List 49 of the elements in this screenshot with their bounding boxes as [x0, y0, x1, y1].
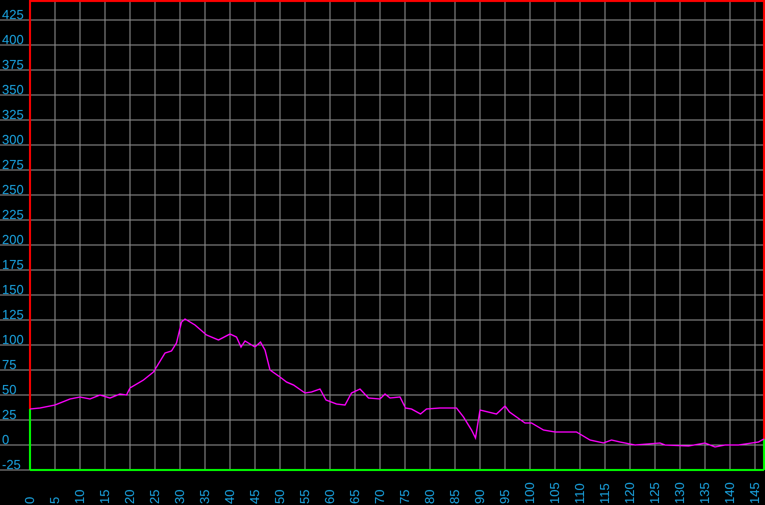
y-tick-label: 200 [2, 232, 24, 247]
y-tick-label: 275 [2, 157, 24, 172]
x-tick-label: 70 [372, 490, 387, 504]
x-tick-label: 35 [197, 490, 212, 504]
y-tick-label: 25 [2, 407, 16, 422]
x-tick-label: 80 [422, 490, 437, 504]
x-tick-label: 55 [297, 490, 312, 504]
x-tick-label: 85 [447, 490, 462, 504]
x-tick-label: 20 [122, 490, 137, 504]
y-tick-label: 425 [2, 7, 24, 22]
x-tick-label: 65 [347, 490, 362, 504]
y-tick-label: 325 [2, 107, 24, 122]
x-tick-label: 110 [572, 483, 587, 504]
x-tick-label: 45 [247, 490, 262, 504]
x-tick-label: 5 [47, 496, 62, 504]
y-tick-label: 300 [2, 132, 24, 147]
y-tick-label: 75 [2, 357, 16, 372]
x-tick-label: 105 [547, 482, 562, 504]
x-tick-label: 15 [97, 490, 112, 504]
x-tick-label: 0 [22, 496, 37, 504]
x-tick-label: 90 [472, 490, 487, 504]
x-tick-label: 135 [697, 482, 712, 504]
y-tick-label: 150 [2, 282, 24, 297]
y-tick-label: 175 [2, 257, 24, 272]
x-tick-label: 75 [397, 490, 412, 504]
x-tick-label: 120 [622, 482, 637, 504]
y-tick-label: 250 [2, 182, 24, 197]
x-tick-label: 50 [272, 490, 287, 504]
x-tick-label: 95 [497, 490, 512, 504]
y-tick-label: 350 [2, 82, 24, 97]
y-tick-label: 125 [2, 307, 24, 322]
y-tick-label: 100 [2, 332, 24, 347]
y-tick-label: 0 [2, 432, 10, 447]
x-tick-label: 60 [322, 490, 337, 504]
x-tick-label: 130 [672, 482, 687, 504]
x-tick-label: 100 [522, 482, 537, 504]
y-tick-label: 225 [2, 207, 24, 222]
y-tick-label: 400 [2, 32, 24, 47]
x-tick-label: 140 [722, 482, 737, 504]
y-tick-label: 50 [2, 382, 16, 397]
x-tick-label: 145 [747, 482, 762, 504]
x-tick-label: 115 [597, 483, 612, 504]
x-tick-label: 125 [647, 482, 662, 504]
x-tick-label: 25 [147, 490, 162, 504]
y-tick-label: 375 [2, 57, 24, 72]
y-tick-label: -25 [2, 457, 21, 472]
x-tick-label: 10 [72, 490, 87, 504]
x-tick-label: 40 [222, 490, 237, 504]
x-tick-label: 30 [172, 490, 187, 504]
